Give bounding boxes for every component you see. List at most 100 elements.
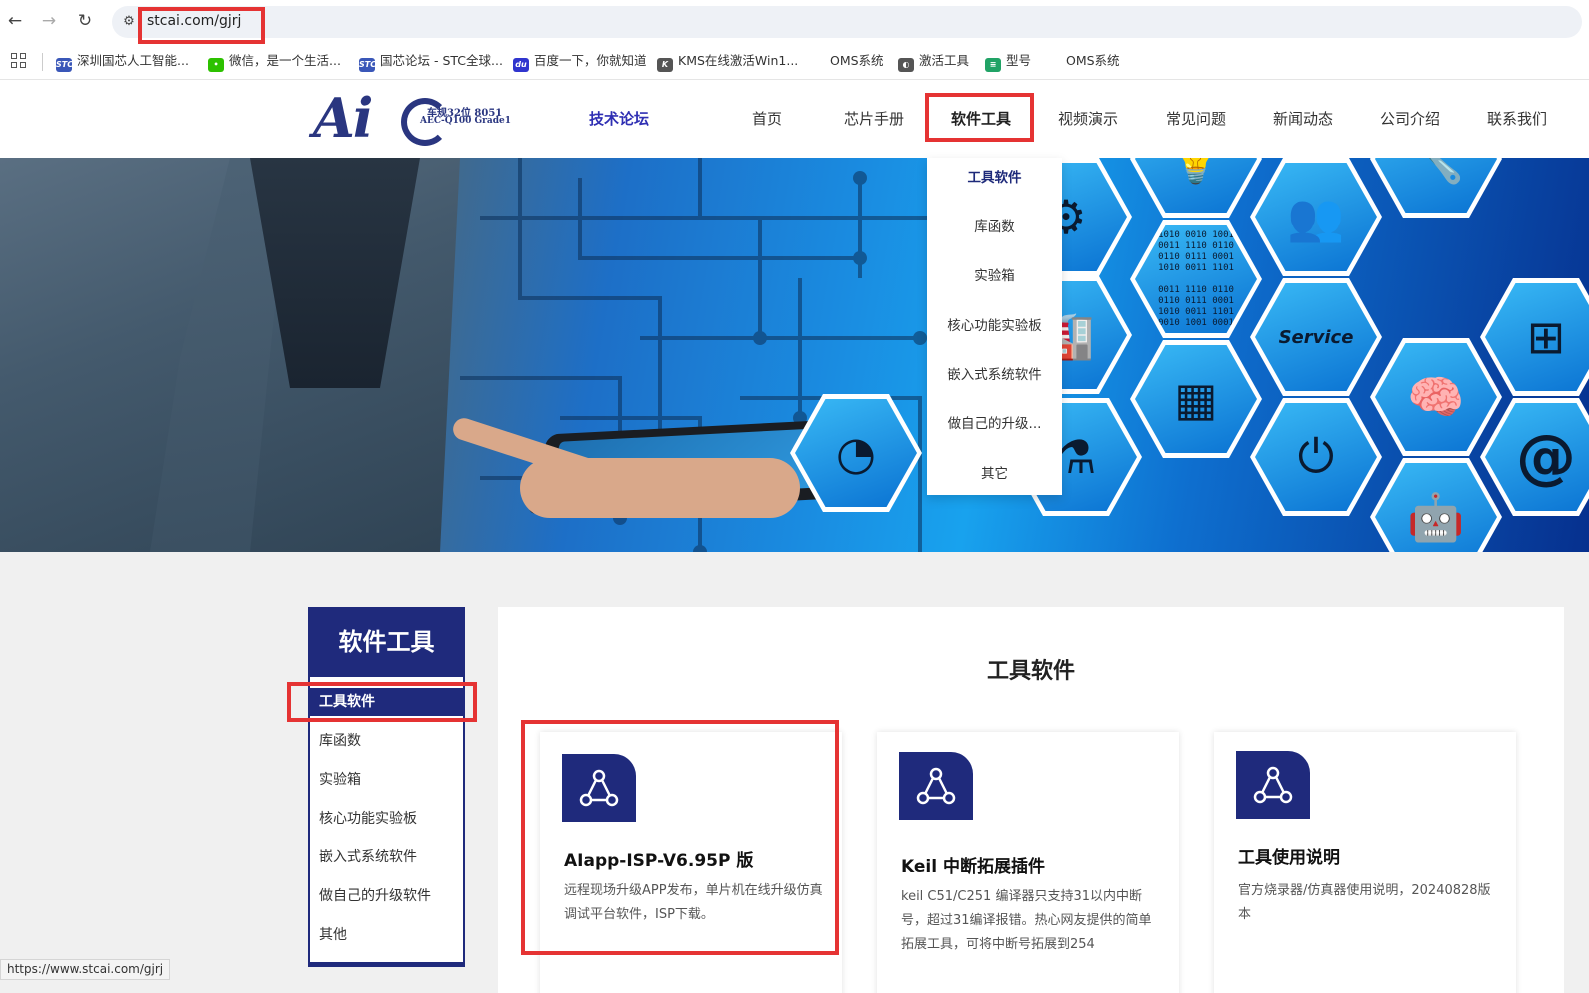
product-title[interactable]: Keil 中断拓展插件 <box>901 852 1045 877</box>
menu-faq[interactable]: 常见问题 <box>1166 108 1226 129</box>
menu-home[interactable]: 首页 <box>752 108 782 129</box>
back-arrow-icon[interactable]: ← <box>4 10 26 32</box>
product-card-keil-plugin[interactable]: Keil 中断拓展插件 keil C51/C251 编译器只支持31以内中断号，… <box>877 732 1179 993</box>
team-icon: 👥 <box>1287 189 1345 244</box>
dropdown-item-lab-box[interactable]: 实验箱 <box>927 264 1062 284</box>
bookmark-label: OMS系统 <box>830 53 884 68</box>
browser-toolbar: ← → ↻ ⚙ stcai.com/gjrj <box>0 0 1589 44</box>
menu-contact[interactable]: 联系我们 <box>1487 108 1547 129</box>
site-header: Ai 车规32位 8051 AEC-Q100 Grade1 技术论坛 首页 芯片… <box>0 80 1589 158</box>
sidebar-title: 软件工具 <box>308 607 465 677</box>
forward-arrow-icon[interactable]: → <box>38 10 60 32</box>
bookmark-item[interactable]: STC 国芯论坛 - STC全球... <box>359 52 503 72</box>
hex-tile-tools: 🔧 <box>1370 158 1502 218</box>
reload-icon[interactable]: ↻ <box>74 10 96 32</box>
bookmark-label: 激活工具 <box>919 53 970 68</box>
pie-chart-icon: ◔ <box>835 426 877 480</box>
bookmark-item[interactable]: ≡ 型号 <box>985 52 1032 72</box>
bookmark-label: KMS在线激活Win1... <box>678 53 799 68</box>
hex-tile-at: @ <box>1480 398 1589 516</box>
bookmark-item[interactable]: • 微信，是一个生活... <box>208 52 341 72</box>
menu-video-demo[interactable]: 视频演示 <box>1058 108 1118 129</box>
status-bar-url: https://www.stcai.com/gjrj <box>0 959 171 980</box>
dropdown-item-core-board[interactable]: 核心功能实验板 <box>927 314 1062 334</box>
sidebar-item-tools-software[interactable]: 工具软件 <box>310 688 463 716</box>
logo-mark: Ai <box>313 86 373 150</box>
at-sign-text: @ <box>1516 422 1576 492</box>
product-card-aiapp-isp[interactable]: AIapp-ISP-V6.95P 版 远程现场升级APP发布，单片机在线升级仿真… <box>540 732 842 993</box>
bookmark-favicon-icon: ≡ <box>985 58 1001 72</box>
bookmarks-bar: STC 深圳国芯人工智能... • 微信，是一个生活... STC 国芯论坛 - STC全… <box>0 44 1589 80</box>
bookmark-label: 百度一下，你就知道 <box>534 53 647 68</box>
tools-icon: 🔧 <box>1407 158 1465 186</box>
address-bar[interactable]: ⚙ stcai.com/gjrj <box>112 6 1582 38</box>
bookmark-favicon-icon: STC <box>359 58 376 72</box>
product-card-tool-manual[interactable]: 工具使用说明 官方烧录器/仿真器使用说明，20240828版本 <box>1214 732 1516 993</box>
bookmark-favicon-icon: du <box>513 58 529 72</box>
menu-about[interactable]: 公司介绍 <box>1380 108 1440 129</box>
sidebar-item-other[interactable]: 其他 <box>310 921 463 949</box>
hex-tile-binary: 1010 0010 1001 0011 1110 0110 0110 0111 … <box>1130 220 1262 338</box>
sidebar-item-lab-box[interactable]: 实验箱 <box>310 766 463 794</box>
bookmark-label: 微信，是一个生活... <box>229 53 341 68</box>
bookmark-item[interactable]: OMS系统 <box>1066 52 1120 70</box>
bookmark-favicon-icon: • <box>208 58 224 72</box>
chip-icon: ▦ <box>1174 372 1218 426</box>
bookmark-label: OMS系统 <box>1066 53 1120 68</box>
sidebar-item-upgrade[interactable]: 做自己的升级软件 <box>310 882 463 910</box>
menu-news[interactable]: 新闻动态 <box>1273 108 1333 129</box>
logo-line2: AEC-Q100 Grade1 <box>420 116 512 126</box>
dropdown-item-other[interactable]: 其它 <box>927 462 1062 482</box>
sidebar-menu: 工具软件 库函数 实验箱 核心功能实验板 嵌入式系统软件 做自己的升级软件 其他 <box>308 677 465 967</box>
bookmark-label: 国芯论坛 - STC全球... <box>380 53 503 68</box>
product-title[interactable]: 工具使用说明 <box>1238 843 1340 868</box>
software-tools-dropdown: 工具软件 库函数 实验箱 核心功能实验板 嵌入式系统软件 做自己的升级... 其… <box>927 158 1062 495</box>
hex-tile-service: Service <box>1250 278 1382 396</box>
sidebar-item-library[interactable]: 库函数 <box>310 727 463 755</box>
bookmark-divider <box>42 53 43 71</box>
bookmark-favicon-icon: STC <box>56 58 73 72</box>
hex-tile-chip: ▦ <box>1130 340 1262 458</box>
share-network-icon <box>1236 751 1310 819</box>
menu-chip-manual[interactable]: 芯片手册 <box>844 108 904 129</box>
product-title[interactable]: AIapp-ISP-V6.95P 版 <box>564 846 753 871</box>
bookmark-favicon-icon: ◐ <box>898 58 914 72</box>
site-logo[interactable]: Ai 车规32位 8051 AEC-Q100 Grade1 <box>313 86 513 152</box>
sidebar-item-core-board[interactable]: 核心功能实验板 <box>310 805 463 833</box>
page-title: 工具软件 <box>986 659 1075 684</box>
dropdown-item-tools-software[interactable]: 工具软件 <box>927 166 1062 186</box>
binary-text: 1010 0010 1001 0011 1110 0110 0110 0111 … <box>1158 229 1234 328</box>
bookmark-item[interactable]: ◐ 激活工具 <box>898 52 970 72</box>
hex-tile-network: ⊞ <box>1480 278 1589 396</box>
hero-banner: ◔ ⚙ 🏭 ⚗ 💡 1010 0010 1001 0011 1110 0110 … <box>0 158 1589 552</box>
product-desc: 远程现场升级APP发布，单片机在线升级仿真调试平台软件，ISP下载。 <box>564 883 823 922</box>
dropdown-item-embedded[interactable]: 嵌入式系统软件 <box>927 363 1062 383</box>
main-content: 工具软件 AIapp-ISP-V6.95P 版 远程现场升级APP发布，单片机在… <box>498 607 1564 993</box>
plug-icon: ⏻ <box>1297 429 1335 483</box>
sidebar-item-embedded[interactable]: 嵌入式系统软件 <box>310 843 463 871</box>
menu-software-tools[interactable]: 软件工具 <box>951 108 1011 129</box>
bookmark-item[interactable]: K KMS在线激活Win1... <box>657 52 799 72</box>
brain-gears-icon: 🧠 <box>1407 369 1465 424</box>
bookmark-favicon-icon: K <box>657 58 673 72</box>
url-text[interactable]: stcai.com/gjrj <box>147 13 241 29</box>
bookmark-item[interactable]: OMS系统 <box>830 52 884 70</box>
dropdown-item-library[interactable]: 库函数 <box>927 215 1062 235</box>
hex-tile-team: 👥 <box>1250 158 1382 276</box>
bookmark-item[interactable]: du 百度一下，你就知道 <box>513 52 647 72</box>
bookmark-label: 深圳国芯人工智能... <box>77 53 189 68</box>
dropdown-item-upgrade[interactable]: 做自己的升级... <box>927 412 1062 432</box>
network-icon: ⊞ <box>1526 310 1566 364</box>
hex-tile-bulb: 💡 <box>1130 158 1262 218</box>
product-desc: keil C51/C251 编译器只支持31以内中断号，超过31编译报错。热心网… <box>901 889 1152 952</box>
bookmark-item[interactable]: STC 深圳国芯人工智能... <box>56 52 189 72</box>
hex-tile-brain: 🧠 <box>1370 338 1502 456</box>
product-desc: 官方烧录器/仿真器使用说明，20240828版本 <box>1238 883 1491 922</box>
site-info-icon[interactable]: ⚙ <box>120 13 138 31</box>
service-wrench-text: Service <box>1278 326 1354 348</box>
apps-grid-icon[interactable] <box>11 53 27 69</box>
menu-forum[interactable]: 技术论坛 <box>589 108 649 129</box>
hex-tile-plug: ⏻ <box>1250 398 1382 516</box>
share-network-icon <box>899 752 973 820</box>
bookmark-label: 型号 <box>1006 53 1032 68</box>
